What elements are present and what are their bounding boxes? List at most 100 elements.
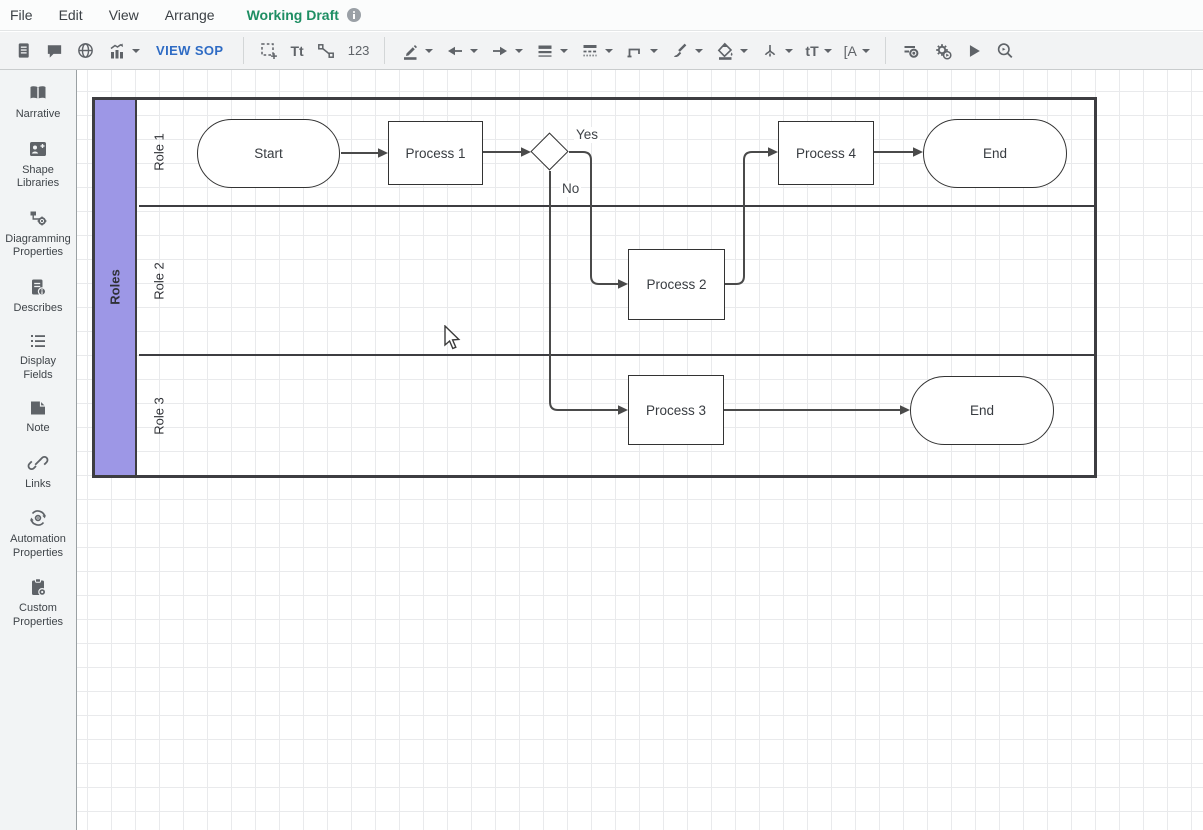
node-label: Process 1 [405,146,465,161]
performance-chart-button[interactable] [101,36,146,66]
sidebar-item-automation-properties[interactable]: Automation Properties [0,508,76,560]
sidebar-item-note[interactable]: Note [0,399,76,436]
present-play-button[interactable] [959,36,989,66]
book-icon [27,83,49,103]
line-shape-icon [625,41,645,61]
node-process4[interactable]: Process 4 [778,121,874,185]
chevron-down-icon [785,49,793,53]
view-sop-button[interactable]: VIEW SOP [146,36,234,66]
text-tool-button[interactable]: Tt [285,36,310,66]
chevron-down-icon [132,49,140,53]
edge-label-yes[interactable]: Yes [574,127,600,143]
line-style-icon [580,41,600,61]
sidebar-item-diagramming-properties[interactable]: Diagramming Properties [0,208,76,260]
sidebar-item-label: Shape Libraries [17,164,59,191]
node-process2[interactable]: Process 2 [628,249,725,320]
data-rules-icon [901,41,921,61]
automation-gear-icon [27,508,49,528]
chevron-down-icon [740,49,748,53]
sidebar-item-shape-libraries[interactable]: Shape Libraries [0,139,76,191]
line-style-button[interactable] [574,36,619,66]
arrow-end-button[interactable] [484,36,529,66]
font-size-icon: tT [805,43,818,59]
node-label: End [970,403,994,418]
sidebar-item-custom-properties[interactable]: Custom Properties [0,577,76,629]
lane-label-role1[interactable]: Role 1 [152,133,167,171]
chevron-down-icon [515,49,523,53]
arrow-start-icon [445,41,465,61]
sidebar-item-narrative[interactable]: Narrative [0,83,76,122]
menu-view[interactable]: View [109,7,152,23]
publish-button[interactable] [70,36,101,66]
line-width-button[interactable] [529,36,574,66]
node-end-role1[interactable]: End [923,119,1067,188]
zoom-icon [995,41,1015,61]
document-status-label[interactable]: Working Draft [247,7,339,23]
lane-divider[interactable] [139,354,1094,356]
node-label: Process 4 [796,146,856,161]
globe-icon [76,41,95,60]
node-label: Process 3 [646,403,706,418]
menu-arrange[interactable]: Arrange [165,7,228,23]
play-icon [965,42,983,60]
edge-label-no[interactable]: No [560,181,581,197]
node-end-role3[interactable]: End [910,376,1054,445]
data-rules-button[interactable] [895,36,927,66]
marquee-select-icon [259,41,279,61]
text-format-button[interactable]: [A [838,36,876,66]
lane-label-role2[interactable]: Role 2 [152,262,167,300]
numbers-tool-button[interactable]: 123 [342,36,376,66]
brush-icon [670,41,690,61]
node-label: Process 2 [646,277,706,292]
info-icon[interactable] [347,8,361,22]
line-width-icon [535,41,555,61]
document-outline-button[interactable] [8,36,39,66]
lane-label-role3[interactable]: Role 3 [152,397,167,435]
arrow-start-button[interactable] [439,36,484,66]
brush-style-button[interactable] [664,36,709,66]
fill-color-icon [715,41,735,61]
sidebar-item-display-fields[interactable]: Display Fields [0,332,76,382]
menu-file[interactable]: File [10,7,46,23]
chevron-down-icon [425,49,433,53]
diagram-canvas[interactable]: Roles Role 1 Role 2 Role 3 [77,70,1203,830]
app-window: File Edit View Arrange Working Draft VIE… [0,0,1203,830]
comment-icon [45,41,64,60]
lane-divider[interactable] [139,205,1094,207]
chart-icon [107,41,127,61]
chevron-down-icon [605,49,613,53]
comments-button[interactable] [39,36,70,66]
marquee-select-button[interactable] [253,36,285,66]
chevron-down-icon [470,49,478,53]
node-process1[interactable]: Process 1 [388,121,483,185]
menu-bar: File Edit View Arrange Working Draft [0,0,1203,31]
text-icon: Tt [291,43,304,59]
menu-edit[interactable]: Edit [59,7,96,23]
toolbar-divider [243,37,244,64]
font-size-button[interactable]: tT [799,36,837,66]
node-process3[interactable]: Process 3 [628,375,724,445]
chevron-down-icon [824,49,832,53]
document-info-icon [27,277,49,297]
pool-label[interactable]: Roles [108,269,123,304]
chevron-down-icon [695,49,703,53]
flowchart-gear-icon [27,208,49,228]
sidebar-item-links[interactable]: Links [0,453,76,492]
automation-run-icon [933,41,953,61]
node-start[interactable]: Start [197,119,340,188]
sidebar-item-label: Custom Properties [13,602,63,629]
toolbar-divider [885,37,886,64]
link-icon [27,453,49,473]
line-junction-button[interactable] [754,36,799,66]
sidebar-item-label: Describes [14,302,63,316]
fill-color-button[interactable] [709,36,754,66]
note-icon [27,399,49,417]
zoom-button[interactable] [989,36,1021,66]
line-shape-button[interactable] [619,36,664,66]
line-color-button[interactable] [394,36,439,66]
automation-run-button[interactable] [927,36,959,66]
connector-tool-button[interactable] [310,36,342,66]
arrow-end-icon [490,41,510,61]
line-color-icon [400,41,420,61]
sidebar-item-describes[interactable]: Describes [0,277,76,316]
